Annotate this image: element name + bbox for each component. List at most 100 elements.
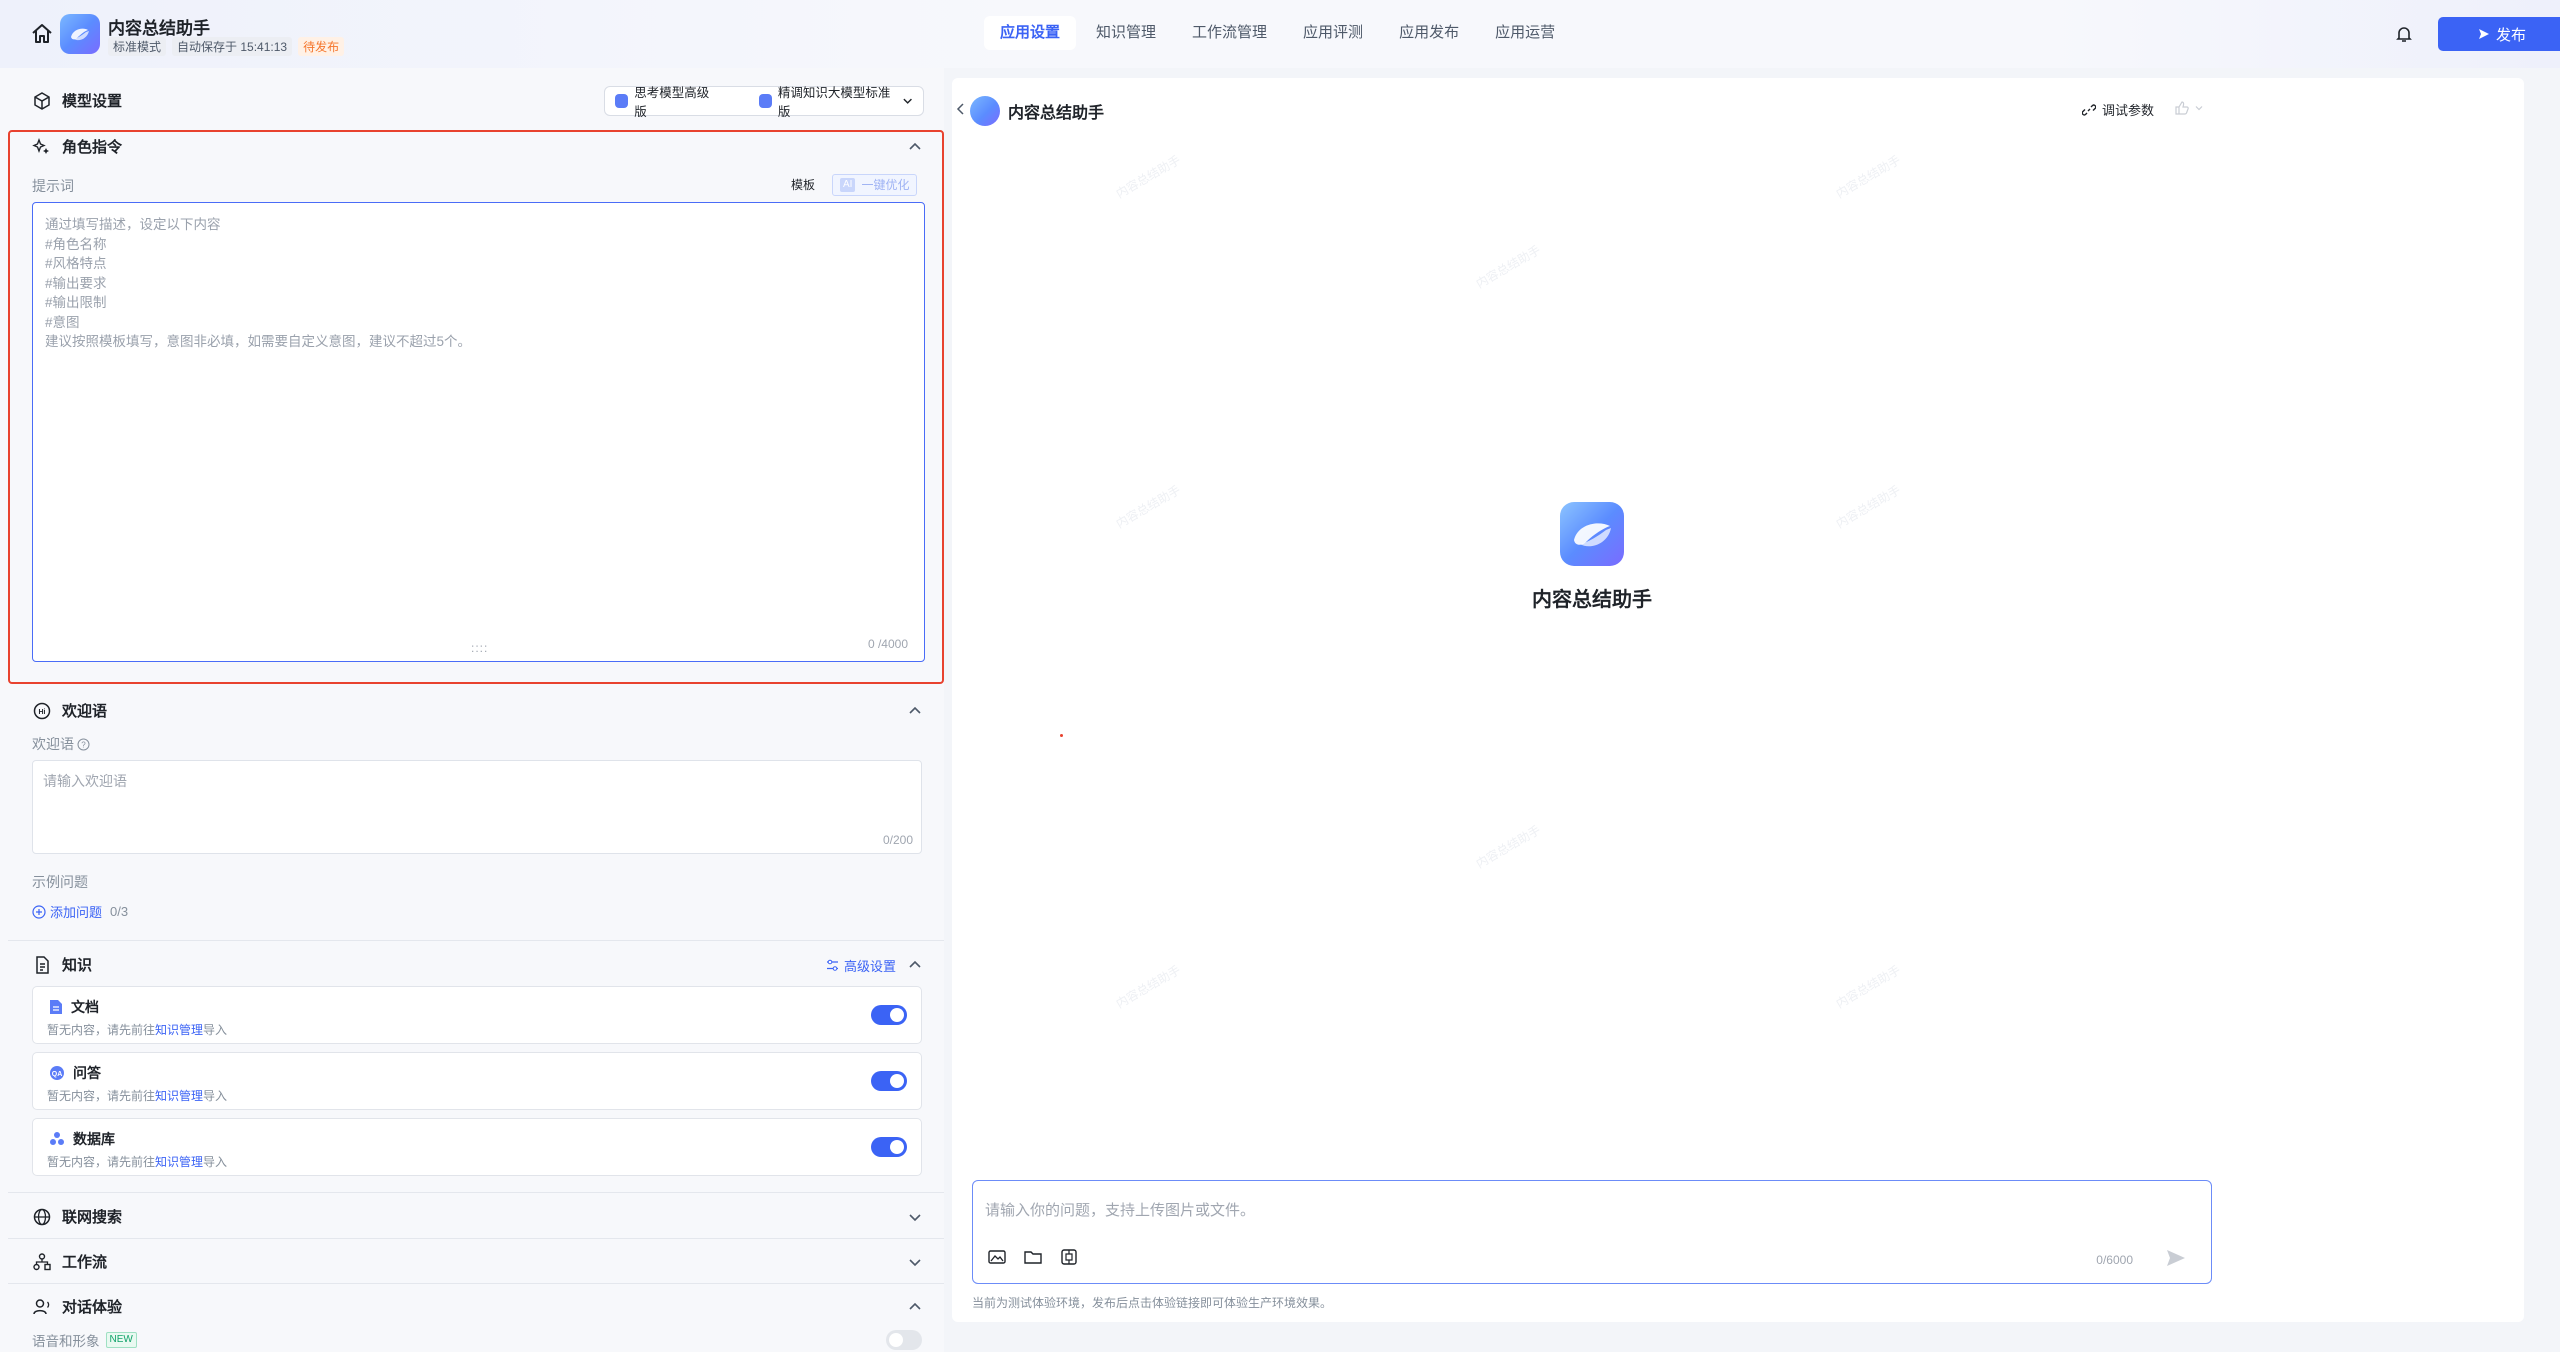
welcome-textarea[interactable]: 请输入欢迎语 0/200 [32, 760, 922, 854]
mode-badge: 标准模式 [108, 37, 167, 56]
tab-app-evaluation[interactable]: 应用评测 [1287, 16, 1379, 50]
knowledge-item-desc: 暂无内容，请先前往知识管理导入 [47, 1153, 227, 1170]
web-search-header[interactable]: 联网搜索 [32, 1206, 122, 1227]
feedback-dropdown[interactable] [2174, 100, 2204, 116]
model-option-thinking[interactable]: 思考模型高级版 [605, 82, 727, 120]
knowledge-item-name: 文档 [71, 999, 99, 1015]
chevron-up-icon[interactable] [906, 1298, 924, 1316]
knowledge-management-link[interactable]: 知识管理 [155, 1023, 203, 1037]
role-instruction-title: 角色指令 [62, 139, 123, 156]
watermark: 内容总结助手 [1113, 962, 1183, 1011]
add-question-count: 0/3 [110, 904, 129, 919]
knowledge-item-desc: 暂无内容，请先前往知识管理导入 [47, 1087, 227, 1104]
app-name: 内容总结助手 [108, 19, 210, 38]
optimize-button[interactable]: AI 一键优化 [832, 174, 918, 196]
knowledge-item-title: QA 问答 [49, 1063, 101, 1083]
knowledge-item-desc-text: 暂无内容，请先前往 [47, 1155, 156, 1169]
knowledge-item-qa: QA 问答 暂无内容，请先前往知识管理导入 [32, 1052, 922, 1110]
svg-text:?: ? [81, 740, 86, 749]
chevron-down-icon[interactable] [906, 1208, 924, 1226]
qa-toggle[interactable] [871, 1071, 907, 1091]
app-logo-icon [71, 28, 89, 41]
bell-icon[interactable] [2394, 24, 2414, 44]
watermark: 内容总结助手 [1833, 482, 1903, 531]
link-icon [2082, 103, 2096, 116]
model-option-finetuned[interactable]: 精调知识大模型标准版 [749, 82, 923, 120]
workflow-header[interactable]: 工作流 [32, 1251, 107, 1272]
thumb-icon [2175, 101, 2189, 115]
role-instruction-header[interactable]: 角色指令 [32, 136, 122, 157]
chevron-up-icon[interactable] [906, 702, 924, 720]
sparkle-icon [32, 137, 49, 154]
chevron-down-icon [2195, 106, 2203, 111]
resize-handle-icon[interactable]: :::: [471, 641, 488, 655]
document-toggle[interactable] [871, 1005, 907, 1025]
main-tabs: 应用设置 知识管理 工作流管理 应用评测 应用发布 应用运营 [984, 16, 1571, 50]
knowledge-title: 知识 [62, 957, 93, 974]
prompt-counter: 0 /4000 [867, 637, 908, 651]
knowledge-item-desc-suffix: 导入 [203, 1155, 228, 1169]
add-question-row: 添加问题 0/3 [32, 902, 128, 921]
chat-input-placeholder: 请输入你的问题，支持上传图片或文件。 [985, 1202, 1256, 1219]
welcome-counter: 0/200 [882, 833, 913, 847]
send-icon[interactable] [2165, 1247, 2187, 1269]
tab-app-operation[interactable]: 应用运营 [1479, 16, 1571, 50]
chevron-left-icon[interactable] [954, 102, 968, 116]
knowledge-header[interactable]: 知识 [32, 954, 92, 975]
welcome-icon: Hi [33, 702, 51, 719]
footnote: 当前为测试体验环境，发布后点击体验链接即可体验生产环境效果。 [972, 1296, 1333, 1310]
model-option-finetuned-label: 精调知识大模型标准版 [777, 86, 891, 119]
knowledge-item-desc-text: 暂无内容，请先前往 [47, 1023, 156, 1037]
knowledge-item-desc-suffix: 导入 [203, 1089, 228, 1103]
prompt-textarea[interactable]: 通过填写描述，设定以下内容 #角色名称 #风格特点 #输出要求 #输出限制 #意… [32, 202, 925, 662]
chat-input[interactable]: 请输入你的问题，支持上传图片或文件。 0/6000 [972, 1180, 2212, 1284]
watermark: 内容总结助手 [1473, 242, 1543, 291]
plugin-icon[interactable] [1059, 1247, 1079, 1267]
model-selector[interactable]: 思考模型高级版 精调知识大模型标准版 [604, 86, 924, 119]
plus-circle-icon[interactable] [32, 904, 46, 919]
debug-params-button[interactable]: 调试参数 [2082, 100, 2154, 119]
publish-button[interactable]: 发布 [2438, 17, 2560, 51]
prompt-label: 提示词 [32, 178, 74, 194]
home-icon[interactable] [30, 22, 54, 46]
tab-app-publish[interactable]: 应用发布 [1383, 16, 1475, 50]
top-bar: 内容总结助手 标准模式 自动保存于 15:41:13 待发布 应用设置 知识管理… [0, 0, 2560, 68]
knowledge-management-link[interactable]: 知识管理 [155, 1089, 203, 1103]
send-icon [2478, 29, 2489, 39]
image-upload-icon[interactable] [987, 1247, 1007, 1267]
advanced-settings-button[interactable]: 高级设置 [826, 956, 896, 975]
help-icon[interactable]: ? [77, 738, 90, 751]
model-settings-title: 模型设置 [62, 93, 123, 110]
optimize-label: 一键优化 [861, 178, 910, 192]
chevron-up-icon[interactable] [906, 956, 924, 974]
welcome-title: 欢迎语 [62, 703, 108, 720]
tab-workflow-management[interactable]: 工作流管理 [1176, 16, 1283, 50]
cube-icon [34, 91, 50, 110]
knowledge-management-link[interactable]: 知识管理 [155, 1155, 203, 1169]
model-icon [758, 94, 772, 108]
sliders-icon [827, 959, 838, 971]
add-question-button[interactable]: 添加问题 [50, 902, 102, 921]
chat-input-counter: 0/6000 [2096, 1253, 2133, 1267]
template-button[interactable]: 模板 [784, 174, 822, 196]
dialog-experience-header[interactable]: 对话体验 [32, 1296, 122, 1317]
globe-icon [33, 1208, 51, 1225]
section-divider [8, 1238, 944, 1239]
voice-avatar-toggle[interactable] [886, 1330, 922, 1350]
assistant-logo-large [1560, 502, 1624, 566]
tab-knowledge-management[interactable]: 知识管理 [1080, 16, 1172, 50]
chevron-down-icon[interactable] [906, 1253, 924, 1271]
file-icon [50, 1000, 62, 1014]
tab-app-settings[interactable]: 应用设置 [984, 16, 1077, 50]
welcome-header[interactable]: Hi 欢迎语 [32, 700, 107, 721]
chat-input-tools [987, 1247, 1079, 1267]
database-toggle[interactable] [871, 1137, 907, 1157]
knowledge-item-title: 数据库 [49, 1129, 115, 1149]
prompt-placeholder: 通过填写描述，设定以下内容 #角色名称 #风格特点 #输出要求 #输出限制 #意… [45, 217, 472, 349]
watermark: 内容总结助手 [1833, 962, 1903, 1011]
folder-icon[interactable] [1023, 1247, 1043, 1267]
app-logo-icon [1574, 523, 1611, 547]
welcome-placeholder: 请输入欢迎语 [43, 773, 127, 789]
voice-avatar-row: 语音和形象 NEW [32, 1330, 137, 1350]
chevron-up-icon[interactable] [906, 138, 924, 156]
